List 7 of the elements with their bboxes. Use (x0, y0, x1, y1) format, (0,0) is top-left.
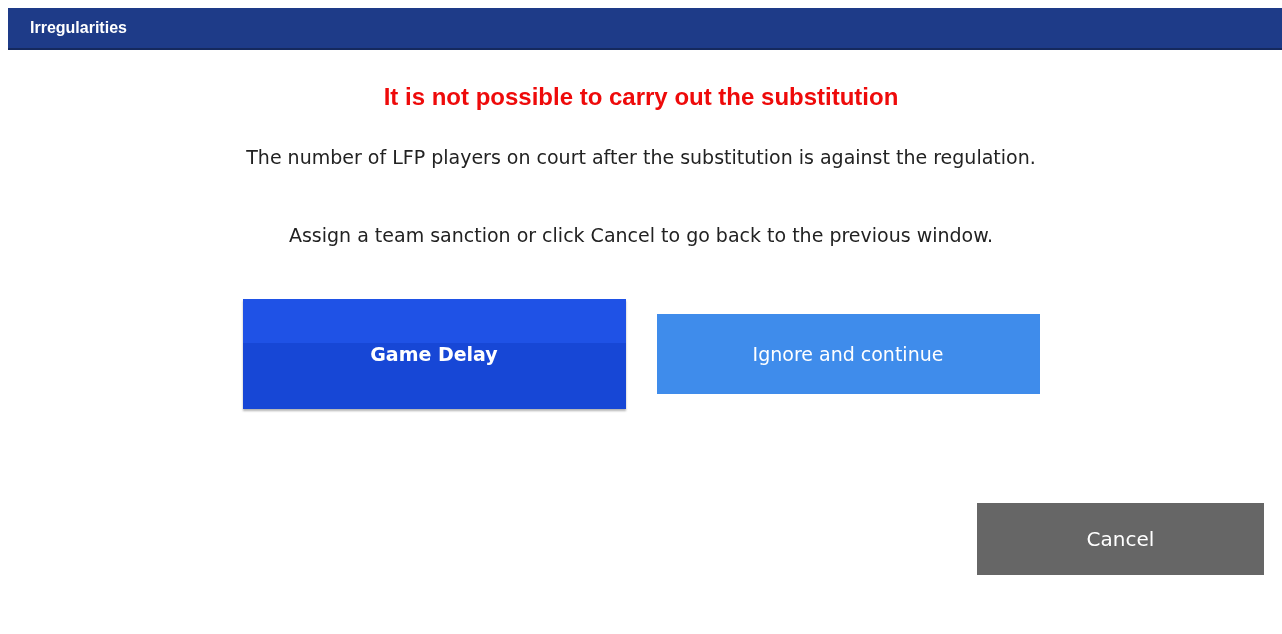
option-button[interactable]: Game Delay (242, 299, 626, 410)
window-title: Irregularities (30, 19, 127, 37)
error-heading: It is not possible to carry out the substitution (383, 83, 899, 111)
option-button[interactable]: Ignore and continue (656, 314, 1040, 395)
message-text: The number of LFP players on court after the substitution is against the regulation. (246, 145, 1036, 170)
cancel-button[interactable]: Cancel (977, 503, 1264, 576)
message-text: Assign a team sanction or click Cancel to go back to the previous window. (288, 222, 994, 248)
